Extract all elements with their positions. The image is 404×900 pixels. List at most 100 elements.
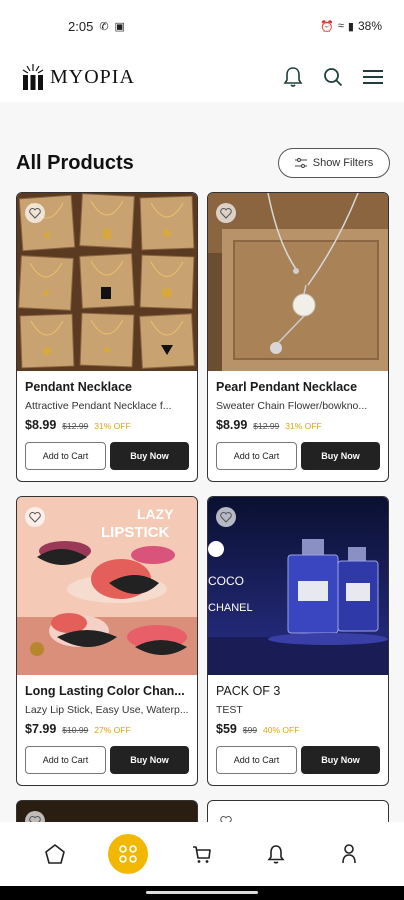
- product-image[interactable]: COCO CHANEL: [208, 497, 388, 675]
- status-time: 2:05: [68, 18, 94, 34]
- product-card-partial[interactable]: [207, 800, 389, 822]
- product-info: Pearl Pendant Necklace Sweater Chain Flo…: [208, 371, 388, 470]
- heart-icon[interactable]: [25, 811, 45, 822]
- product-mrp: $10.99: [62, 725, 89, 735]
- cart-icon: [192, 846, 211, 863]
- app-header: MYOPIA: [0, 52, 404, 102]
- product-actions: Add to Cart Buy Now: [216, 442, 380, 470]
- header-actions: [282, 66, 384, 88]
- product-discount: 27% OFF: [94, 725, 131, 735]
- show-filters-button[interactable]: Show Filters: [278, 148, 390, 178]
- product-mrp: $12.99: [253, 421, 280, 431]
- product-actions: Add to Cart Buy Now: [25, 442, 189, 470]
- nav-profile[interactable]: [329, 834, 369, 874]
- product-card-partial[interactable]: [16, 800, 198, 822]
- bell-icon[interactable]: [282, 66, 304, 88]
- bell-icon: [266, 845, 285, 864]
- product-card[interactable]: COCO CHANEL PACK OF 3 TEST $59 $99 40% O…: [207, 496, 389, 786]
- whatsapp-icon: ✆: [99, 20, 109, 33]
- price-row: $7.99 $10.99 27% OFF: [25, 722, 189, 736]
- signal-icon: ▮: [347, 20, 354, 33]
- heart-icon[interactable]: [25, 203, 45, 223]
- heart-icon[interactable]: [216, 203, 236, 223]
- product-discount: 40% OFF: [263, 725, 300, 735]
- wifi-icon: ≈: [337, 20, 344, 32]
- buy-now-button[interactable]: Buy Now: [110, 746, 189, 774]
- add-to-cart-button[interactable]: Add to Cart: [216, 442, 297, 470]
- system-gesture-bar: [0, 886, 404, 900]
- product-card[interactable]: Pendant Necklace Attractive Pendant Neck…: [16, 192, 198, 482]
- product-card[interactable]: LAZY LIPSTICK Long Lasting Color Chan...…: [16, 496, 198, 786]
- nav-home[interactable]: [35, 834, 75, 874]
- heart-icon[interactable]: [216, 811, 236, 822]
- product-name[interactable]: Pendant Necklace: [25, 380, 189, 394]
- pearl-necklace-illustration: [208, 193, 388, 371]
- bottom-navigation: [0, 822, 404, 886]
- price-row: $59 $99 40% OFF: [216, 722, 380, 736]
- product-list-area[interactable]: All Products Show Filters Pendant Neckla…: [0, 102, 404, 822]
- brand-logo[interactable]: MYOPIA: [20, 62, 135, 92]
- nav-notifications[interactable]: [256, 834, 296, 874]
- product-description: TEST: [216, 704, 243, 716]
- product-price: $8.99: [25, 418, 57, 432]
- add-to-cart-button[interactable]: Add to Cart: [25, 746, 106, 774]
- product-description: Lazy Lip Stick, Easy Use, Waterp...: [25, 704, 189, 716]
- product-actions: Add to Cart Buy Now: [25, 746, 189, 774]
- product-mrp: $12.99: [62, 421, 89, 431]
- brand-name: MYOPIA: [50, 65, 135, 88]
- perfume-illustration: COCO CHANEL: [208, 497, 388, 675]
- add-to-cart-button[interactable]: Add to Cart: [25, 442, 106, 470]
- product-image[interactable]: LAZY LIPSTICK: [17, 497, 197, 675]
- product-name[interactable]: Pearl Pendant Necklace: [216, 380, 380, 394]
- product-image[interactable]: [208, 193, 388, 371]
- show-filters-label: Show Filters: [312, 157, 374, 169]
- grid-icon: [119, 845, 138, 863]
- heart-icon[interactable]: [25, 507, 45, 527]
- product-name[interactable]: PACK OF 3: [216, 684, 380, 698]
- product-price: $7.99: [25, 722, 57, 736]
- home-indicator[interactable]: [146, 891, 258, 894]
- home-icon: [44, 844, 65, 864]
- alarm-icon: ⏰: [320, 20, 334, 33]
- necklace-grid-illustration: [17, 193, 197, 371]
- status-right: ⏰ ≈ ▮ 38%: [320, 19, 382, 33]
- product-mrp: $99: [242, 725, 258, 735]
- image-text-chanel: CHANEL: [208, 602, 253, 614]
- battery-level: 38%: [357, 19, 382, 33]
- product-price: $59: [216, 722, 237, 736]
- product-discount: 31% OFF: [94, 421, 131, 431]
- image-text-lipstick: LIPSTICK: [101, 524, 170, 541]
- product-info: Long Lasting Color Chan... Lazy Lip Stic…: [17, 675, 197, 774]
- add-to-cart-button[interactable]: Add to Cart: [216, 746, 297, 774]
- product-description: Sweater Chain Flower/bowkno...: [216, 400, 368, 412]
- buy-now-button[interactable]: Buy Now: [110, 442, 189, 470]
- sliders-icon: [294, 158, 307, 168]
- product-name[interactable]: Long Lasting Color Chan...: [25, 684, 189, 698]
- buy-now-button[interactable]: Buy Now: [301, 746, 380, 774]
- product-price: $8.99: [216, 418, 248, 432]
- product-info: PACK OF 3 TEST $59 $99 40% OFF Add to Ca…: [208, 675, 388, 774]
- search-icon[interactable]: [322, 66, 344, 88]
- linkedin-icon: ▣: [114, 20, 125, 33]
- image-text-lazy: LAZY: [137, 506, 174, 522]
- product-info: Pendant Necklace Attractive Pendant Neck…: [17, 371, 197, 470]
- product-grid: Pendant Necklace Attractive Pendant Neck…: [0, 182, 404, 822]
- hamburger-icon[interactable]: [362, 66, 384, 88]
- lipstick-illustration: LAZY LIPSTICK: [17, 497, 197, 675]
- product-discount: 31% OFF: [285, 421, 322, 431]
- image-text-coco: COCO: [208, 574, 244, 588]
- status-bar: 2:05 ✆ ▣ ⏰ ≈ ▮ 38%: [0, 0, 404, 52]
- nav-categories[interactable]: [108, 834, 149, 874]
- title-row: All Products Show Filters: [0, 102, 404, 182]
- product-description: Attractive Pendant Necklace f...: [25, 400, 172, 412]
- product-card[interactable]: Pearl Pendant Necklace Sweater Chain Flo…: [207, 192, 389, 482]
- buy-now-button[interactable]: Buy Now: [301, 442, 380, 470]
- status-left: 2:05 ✆ ▣: [68, 19, 125, 34]
- heart-icon[interactable]: [216, 507, 236, 527]
- price-row: $8.99 $12.99 31% OFF: [216, 418, 380, 432]
- product-image[interactable]: [17, 193, 197, 371]
- page-title: All Products: [16, 151, 134, 174]
- nav-cart[interactable]: [182, 834, 222, 874]
- product-actions: Add to Cart Buy Now: [216, 746, 380, 774]
- price-row: $8.99 $12.99 31% OFF: [25, 418, 189, 432]
